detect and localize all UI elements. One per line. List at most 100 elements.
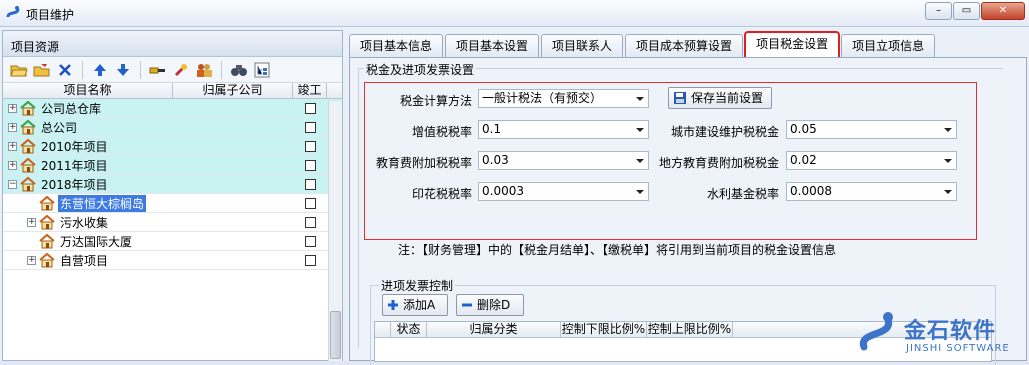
tree-view-icon[interactable] xyxy=(252,60,272,80)
tree-row[interactable]: − 2018年项目 xyxy=(3,175,342,194)
tab-basic-info[interactable]: 项目基本信息 xyxy=(349,34,444,58)
binoculars-icon[interactable] xyxy=(229,60,249,80)
toolbar-divider xyxy=(82,60,83,79)
edu-value: 0.03 xyxy=(482,153,509,167)
close-button[interactable]: ✕ xyxy=(981,2,1025,20)
completed-cell xyxy=(300,197,320,209)
floppy-icon xyxy=(674,92,686,104)
add-button[interactable]: 添加A xyxy=(382,294,448,316)
completed-cell xyxy=(300,254,320,266)
completed-cell xyxy=(300,178,320,190)
tree-name-cell: 万达国际大厦 xyxy=(3,232,274,251)
expand-icon[interactable]: + xyxy=(27,255,36,265)
edu-select[interactable]: 0.03 xyxy=(478,151,649,170)
col-lower-limit[interactable]: 控制下限比例% xyxy=(561,322,647,337)
panel-header: 项目资源 xyxy=(3,31,342,57)
project-name: 污水收集 xyxy=(60,215,109,230)
app-logo-icon xyxy=(6,6,20,18)
completed-checkbox[interactable] xyxy=(304,121,316,133)
open-folder-icon[interactable] xyxy=(9,60,29,80)
project-name: 2018年项目 xyxy=(41,177,108,192)
project-house-icon xyxy=(20,157,36,173)
completed-checkbox[interactable] xyxy=(304,159,316,171)
tree-name-cell: + 总公司 xyxy=(3,118,274,137)
stamp-label: 印花税税率 xyxy=(411,187,472,201)
project-name: 2011年项目 xyxy=(41,158,108,173)
completed-checkbox[interactable] xyxy=(304,178,316,190)
expand-icon[interactable]: + xyxy=(8,160,17,170)
col-completed[interactable]: 竣工 xyxy=(293,83,327,98)
project-name: 2010年项目 xyxy=(41,139,108,154)
expand-icon[interactable]: + xyxy=(27,217,36,227)
completed-cell xyxy=(300,121,320,133)
col-subsidiary[interactable]: 归属子公司 xyxy=(173,83,293,98)
brand-logo-icon xyxy=(859,312,893,351)
tree-row[interactable]: + 污水收集 xyxy=(3,213,342,232)
key-icon[interactable] xyxy=(148,60,168,80)
completed-checkbox[interactable] xyxy=(304,140,316,152)
tab-approval-info[interactable]: 项目立项信息 xyxy=(841,34,936,58)
maximize-button[interactable]: ▭ xyxy=(953,2,980,20)
method-select[interactable]: 一般计税法（有预交） xyxy=(478,89,649,108)
save-settings-button[interactable]: 保存当前设置 xyxy=(668,87,772,109)
project-name: 万达国际大厦 xyxy=(60,234,133,249)
tools-icon[interactable] xyxy=(171,60,191,80)
move-down-icon[interactable] xyxy=(113,60,133,80)
water-select[interactable]: 0.0008 xyxy=(786,182,957,201)
tree-row[interactable]: + 公司总仓库 xyxy=(3,99,342,118)
vertical-scrollbar[interactable] xyxy=(328,101,342,361)
dropdown-arrow-icon xyxy=(636,190,644,194)
tree-row[interactable]: 万达国际大厦 xyxy=(3,232,342,251)
tree-name-cell: +2010年项目 xyxy=(3,137,274,156)
toolbar-divider xyxy=(221,60,222,79)
col-category[interactable]: 归属分类 xyxy=(427,322,561,337)
collapse-icon[interactable]: − xyxy=(8,179,17,189)
completed-cell xyxy=(300,102,320,114)
urban-select[interactable]: 0.05 xyxy=(786,120,957,139)
completed-checkbox[interactable] xyxy=(304,254,316,266)
tab-tax-settings[interactable]: 项目税金设置 xyxy=(744,31,841,59)
tree-row[interactable]: + 总公司 xyxy=(3,118,342,137)
completed-checkbox[interactable] xyxy=(304,102,316,114)
edit-folder-icon[interactable] xyxy=(32,60,52,80)
tax-note: 注：【财务管理】中的【税金月结单】、【缴税单】将引用到当前项目的税金设置信息 xyxy=(398,243,837,257)
tab-contacts[interactable]: 项目联系人 xyxy=(541,34,624,58)
tab-basic-settings[interactable]: 项目基本设置 xyxy=(445,34,540,58)
project-name: 自营项目 xyxy=(60,253,109,268)
tree-row[interactable]: 东营恒大棕榈岛 xyxy=(3,194,342,213)
tree-row[interactable]: +2010年项目 xyxy=(3,137,342,156)
tree-name-cell: + 公司总仓库 xyxy=(3,99,274,118)
completed-checkbox[interactable] xyxy=(304,216,316,228)
add-label: 添加A xyxy=(403,298,436,312)
tree-name-cell: + 自营项目 xyxy=(3,251,274,270)
dropdown-arrow-icon xyxy=(944,159,952,163)
stamp-select[interactable]: 0.0003 xyxy=(478,182,649,201)
col-status[interactable]: 状态 xyxy=(391,322,427,337)
vat-select[interactable]: 0.1 xyxy=(478,120,649,139)
delete-icon[interactable] xyxy=(55,60,75,80)
users-icon[interactable] xyxy=(194,60,214,80)
urban-label: 城市建设维护税税金 xyxy=(670,125,779,139)
col-upper-limit[interactable]: 控制上限比例% xyxy=(647,322,733,337)
tree-name-cell: +2011年项目 xyxy=(3,156,274,175)
completed-checkbox[interactable] xyxy=(304,235,316,247)
stamp-value: 0.0003 xyxy=(482,184,524,198)
expand-icon[interactable]: + xyxy=(8,141,17,151)
project-name: 公司总仓库 xyxy=(41,101,102,116)
project-house-icon xyxy=(20,100,36,116)
delete-button[interactable]: 删除D xyxy=(456,294,524,316)
col-project-name[interactable]: 项目名称 xyxy=(3,83,173,98)
brand-watermark: 金石软件 JINSHI SOFTWARE xyxy=(854,305,1029,361)
tree-row[interactable]: +2011年项目 xyxy=(3,156,342,175)
completed-checkbox[interactable] xyxy=(304,197,316,209)
tab-budget-settings[interactable]: 项目成本预算设置 xyxy=(625,34,744,58)
expand-icon[interactable]: + xyxy=(8,122,17,132)
local-edu-select[interactable]: 0.02 xyxy=(786,151,957,170)
project-house-icon xyxy=(39,252,55,268)
project-house-icon xyxy=(20,119,36,135)
scroll-thumb[interactable] xyxy=(330,311,341,359)
expand-icon[interactable]: + xyxy=(8,103,17,113)
tree-row[interactable]: + 自营项目 xyxy=(3,251,342,270)
minimize-button[interactable]: – xyxy=(925,2,952,20)
move-up-icon[interactable] xyxy=(90,60,110,80)
